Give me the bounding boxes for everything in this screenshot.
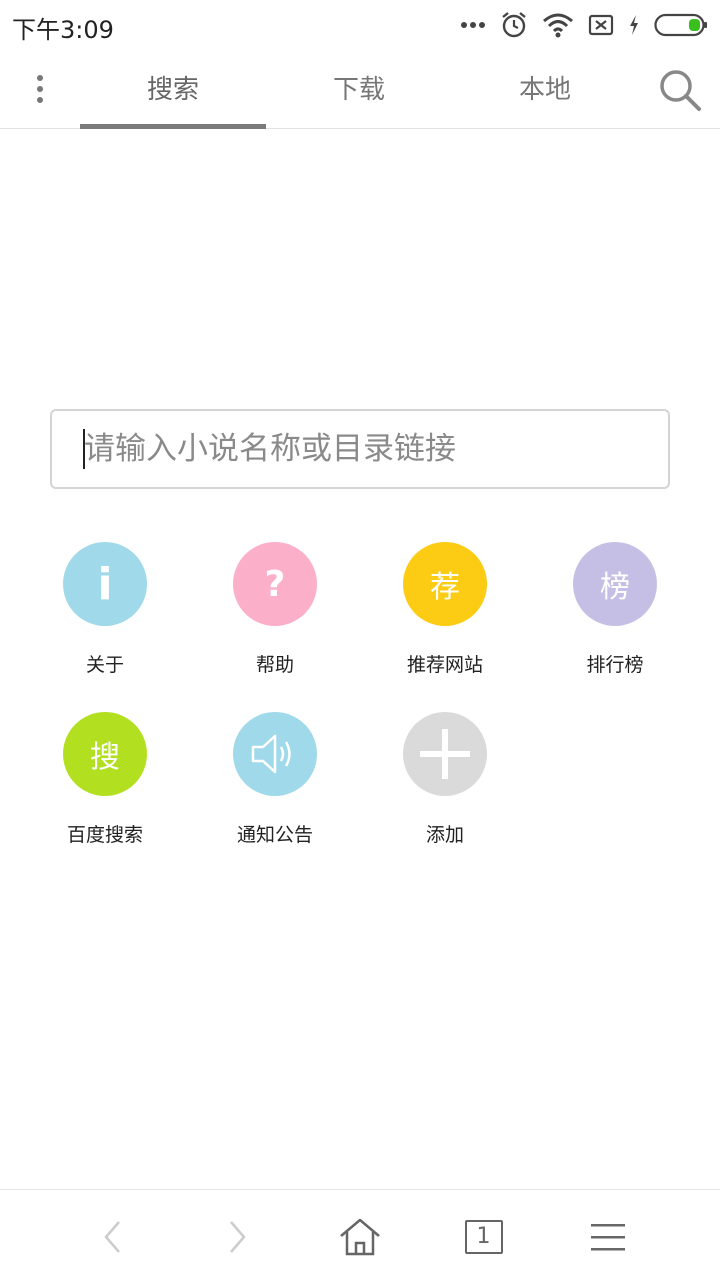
info-icon: i [63,542,147,626]
main-menu-button[interactable] [583,1212,633,1262]
baidu-search-icon: 搜 [63,712,147,796]
shortcut-add[interactable]: 添加 [360,712,530,862]
home-button[interactable] [335,1212,385,1262]
tab-local[interactable]: 本地 [452,50,638,129]
status-bar: 下午3:09 [0,0,720,50]
recommend-icon: 荐 [403,542,487,626]
sim-none-icon [588,14,614,36]
alarm-icon [502,12,526,38]
tabs-button[interactable]: 1 [459,1212,509,1262]
active-tab-indicator [80,124,266,129]
shortcut-baidu-search[interactable]: 搜 百度搜索 [20,712,190,862]
help-icon: ? [233,542,317,626]
back-icon [104,1221,120,1253]
plus-icon [403,712,487,796]
battery-icon [654,13,707,37]
shortcut-label: 排行榜 [586,654,644,676]
shortcut-announcements[interactable]: 通知公告 [190,712,360,862]
charging-icon [630,15,638,35]
back-button[interactable] [88,1212,138,1262]
wifi-icon [543,13,573,38]
search-input[interactable]: 请输入小说名称或目录链接 [50,409,670,489]
shortcut-label: 推荐网站 [406,654,483,676]
more-dots-icon [461,22,485,28]
forward-icon [230,1221,246,1253]
tab-count: 1 [476,1223,491,1249]
status-icons [460,8,708,42]
search-placeholder: 请输入小说名称或目录链接 [84,431,456,467]
forward-button[interactable] [212,1212,262,1262]
home-icon [340,1218,380,1256]
shortcut-help[interactable]: ? 帮助 [190,542,360,692]
ranking-icon: 榜 [573,542,657,626]
shortcut-recommend-sites[interactable]: 荐 推荐网站 [360,542,530,692]
shortcut-label: 添加 [425,824,464,846]
menu-icon [591,1224,625,1251]
status-time: 下午3:09 [12,16,114,44]
tab-search[interactable]: 搜索 [80,50,266,129]
speaker-icon [233,712,317,796]
shortcut-ranking[interactable]: 榜 排行榜 [530,542,700,692]
shortcut-about[interactable]: i 关于 [20,542,190,692]
shortcut-label: 关于 [85,654,124,676]
tab-download[interactable]: 下载 [266,50,452,129]
overflow-menu-icon[interactable] [20,62,60,116]
shortcut-label: 帮助 [255,654,294,676]
search-icon[interactable] [656,66,704,114]
shortcut-label: 百度搜索 [66,824,143,846]
tab-bar: 搜索 下载 本地 [0,50,720,129]
tabs-icon: 1 [465,1220,503,1254]
shortcut-label: 通知公告 [236,824,313,846]
bottom-nav: 1 [0,1189,720,1280]
